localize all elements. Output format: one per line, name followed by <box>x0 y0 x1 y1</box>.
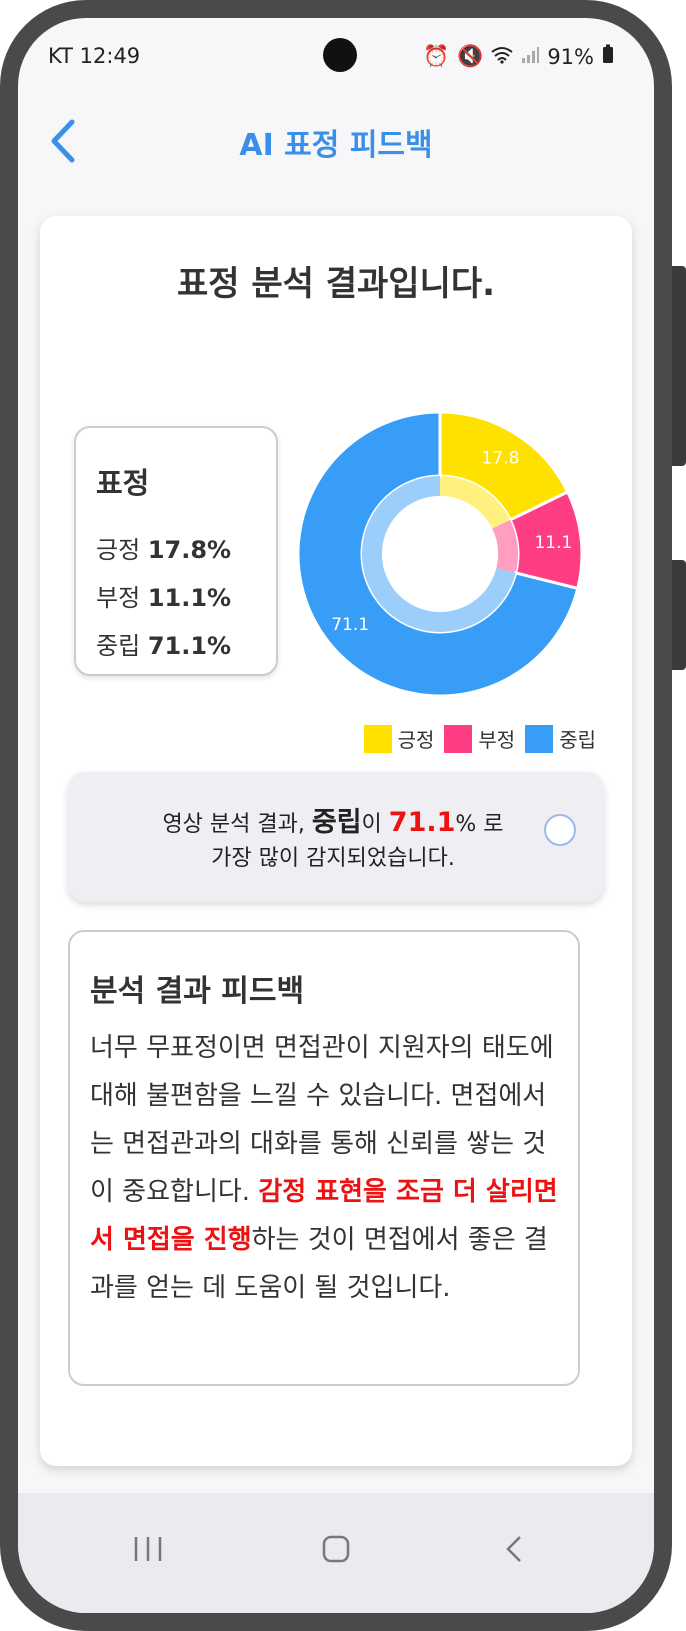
stats-title: 표정 <box>96 466 150 500</box>
stat-row-negative: 부정 11.1% <box>96 578 231 613</box>
screen: KT 12:49 ⏰ 🔇 91% AI 표정 피드백 표정 분석 결과입니다. … <box>18 18 654 1613</box>
summary-line2: 가장 많이 감지되었습니다. <box>211 846 455 871</box>
power-button <box>672 560 686 670</box>
stat-label: 긍정 <box>96 536 141 564</box>
summary-value: 71.1 <box>388 807 456 838</box>
result-card: 표정 분석 결과입니다. 표정 긍정 17.8% 부정 11.1% 중립 71.… <box>40 216 632 1466</box>
legend-label: 중립 <box>559 728 596 752</box>
home-button[interactable] <box>306 1519 366 1579</box>
stats-box: 표정 긍정 17.8% 부정 11.1% 중립 71.1% <box>74 426 278 676</box>
status-bar: KT 12:49 ⏰ 🔇 91% <box>18 18 654 92</box>
result-heading: 표정 분석 결과입니다. <box>176 264 496 304</box>
legend-swatch <box>363 724 392 753</box>
recent-apps-button[interactable] <box>118 1519 178 1579</box>
legend-item-negative: 부정 <box>444 724 515 753</box>
stat-row-neutral: 중립 71.1% <box>96 626 231 661</box>
recent-apps-icon <box>134 1537 162 1561</box>
stat-value: 71.1% <box>147 632 232 660</box>
alarm-icon: ⏰ <box>423 44 450 68</box>
legend-label: 긍정 <box>397 728 435 752</box>
stat-value: 11.1% <box>147 584 232 612</box>
donut-hole <box>382 496 498 612</box>
wifi-icon <box>491 45 513 69</box>
legend-swatch <box>525 724 554 753</box>
summary-box: 영상 분석 결과, 중립이 71.1% 로 가장 많이 감지되었습니다. <box>68 772 604 902</box>
donut-label-0: 17.8 <box>482 448 520 468</box>
summary-prefix: 영상 분석 결과, <box>162 812 312 837</box>
stat-label: 중립 <box>96 632 141 660</box>
camera-hole <box>323 38 357 72</box>
feedback-title: 분석 결과 피드백 <box>90 974 305 1009</box>
summary-text: 영상 분석 결과, 중립이 71.1% 로 가장 많이 감지되었습니다. <box>108 806 558 876</box>
donut-label-1: 11.1 <box>534 533 572 553</box>
stat-value: 17.8% <box>147 536 232 564</box>
feedback-body: 너무 무표정이면 면접관이 지원자의 태도에 대해 불편함을 느낄 수 있습니다… <box>90 1024 564 1312</box>
radio-icon[interactable] <box>544 814 576 846</box>
feedback-box: 분석 결과 피드백 너무 무표정이면 면접관이 지원자의 태도에 대해 불편함을… <box>68 930 580 1386</box>
stat-label: 부정 <box>96 584 141 612</box>
battery-icon <box>602 44 614 69</box>
stat-row-positive: 긍정 17.8% <box>96 530 231 565</box>
legend-item-positive: 긍정 <box>363 724 435 753</box>
legend-label: 부정 <box>478 728 516 752</box>
signal-icon <box>521 45 540 69</box>
battery-text: 91% <box>547 44 594 69</box>
volume-button <box>672 266 686 466</box>
summary-suffix: % 로 <box>455 812 504 837</box>
app-bar: AI 표정 피드백 <box>18 108 654 168</box>
chart-legend: 긍정 부정 중립 <box>363 724 596 753</box>
legend-item-neutral: 중립 <box>525 724 596 753</box>
status-icons: ⏰ 🔇 91% <box>423 44 614 69</box>
system-nav-bar <box>18 1493 654 1613</box>
emotion-donut-chart: 17.8 11.1 71.1 <box>296 410 584 698</box>
nav-back-icon <box>506 1536 521 1562</box>
donut-label-2: 71.1 <box>331 615 369 635</box>
summary-mid: 이 <box>361 812 389 837</box>
legend-swatch <box>444 724 473 753</box>
page-title: AI 표정 피드백 <box>239 128 433 163</box>
summary-emotion: 중립 <box>311 807 362 838</box>
status-carrier-time: KT 12:49 <box>48 44 141 68</box>
mute-icon: 🔇 <box>457 44 484 68</box>
home-icon <box>322 1535 350 1563</box>
nav-back-button[interactable] <box>484 1519 544 1579</box>
